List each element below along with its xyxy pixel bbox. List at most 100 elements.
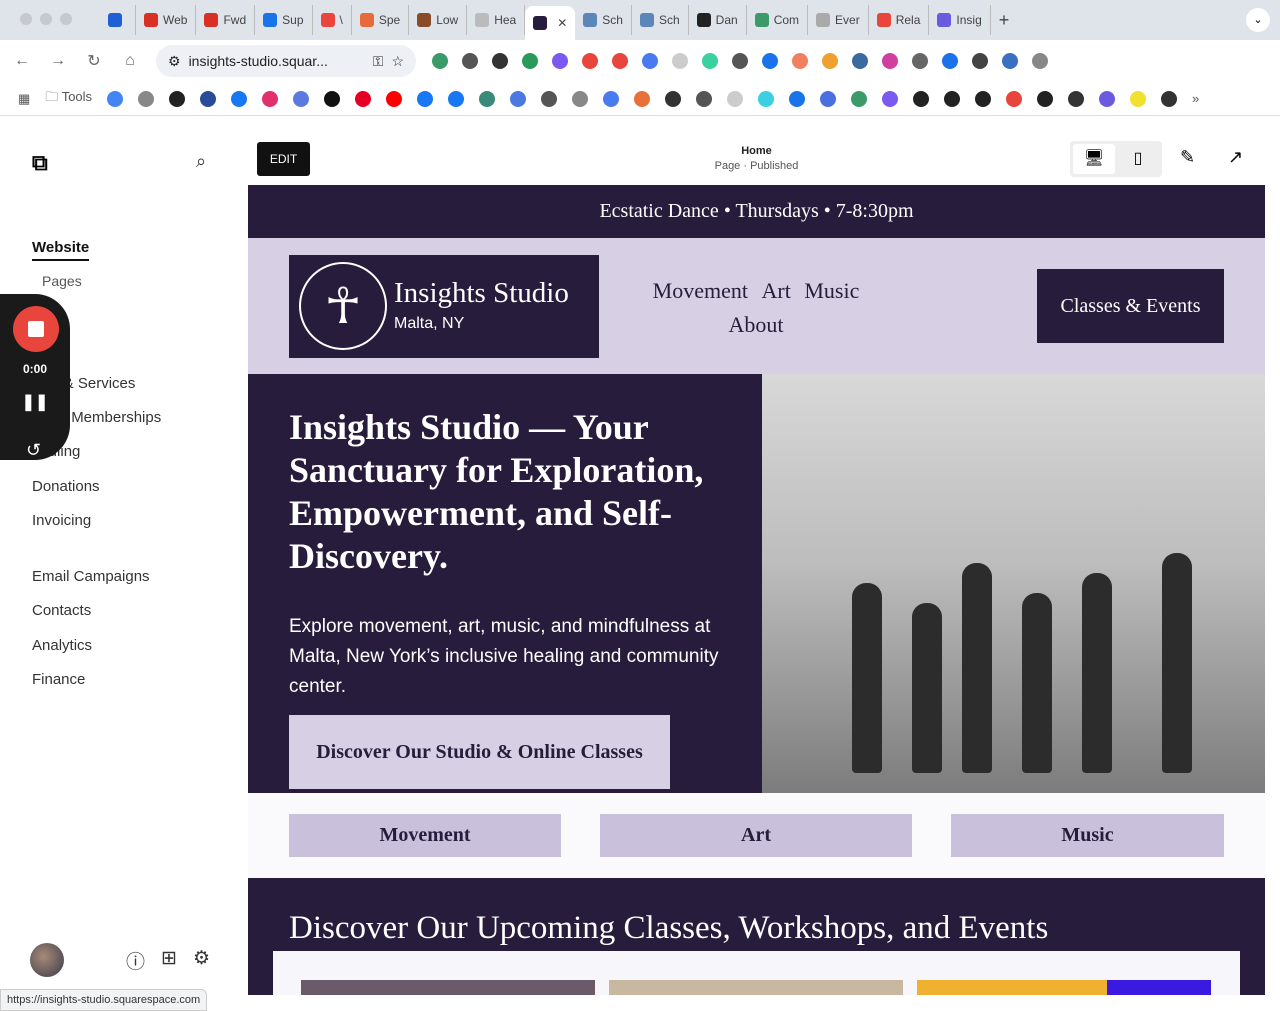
sidebar-item[interactable]: Website xyxy=(32,239,90,261)
extension-icon[interactable] xyxy=(552,53,568,69)
bookmark-icon[interactable] xyxy=(603,90,620,107)
bookmark-icon[interactable] xyxy=(200,90,217,107)
discover-classes-button[interactable]: Discover Our Studio & Online Classes xyxy=(289,715,670,789)
apps-grid-icon[interactable]: ⊞ xyxy=(161,947,177,974)
bookmark-icon[interactable] xyxy=(448,90,465,107)
browser-tab[interactable]: Sup xyxy=(255,5,313,35)
more-bookmarks-icon[interactable]: » xyxy=(1192,91,1199,106)
bookmark-icon[interactable] xyxy=(696,90,713,107)
event-card[interactable] xyxy=(301,980,595,995)
bookmark-icon[interactable] xyxy=(107,90,124,107)
nav-movement[interactable]: Movement xyxy=(653,278,748,303)
movement-button[interactable]: Movement xyxy=(289,814,561,857)
sidebar-item[interactable]: Contacts xyxy=(32,602,91,619)
nav-music[interactable]: Music xyxy=(804,278,859,303)
bookmark-icon[interactable] xyxy=(913,90,930,107)
avatar[interactable] xyxy=(30,943,64,977)
browser-tab[interactable]: Web xyxy=(136,5,197,35)
browser-tab[interactable]: Ever xyxy=(808,5,869,35)
site-info-icon[interactable]: ⚙ xyxy=(168,53,181,70)
bookmark-icon[interactable] xyxy=(324,90,341,107)
desktop-view-icon[interactable]: 🖥 xyxy=(1073,144,1115,174)
bookmark-icon[interactable] xyxy=(820,90,837,107)
browser-tab[interactable]: Spe xyxy=(352,5,410,35)
extension-icon[interactable] xyxy=(1032,53,1048,69)
bookmark-icon[interactable] xyxy=(510,90,527,107)
browser-tab[interactable]: Sch xyxy=(575,5,632,35)
tab-search-button[interactable]: ⌄ xyxy=(1246,8,1270,32)
new-tab-button[interactable]: + xyxy=(991,10,1018,31)
nav-about[interactable]: About xyxy=(729,312,784,337)
extension-icon[interactable] xyxy=(882,53,898,69)
extension-icon[interactable] xyxy=(792,53,808,69)
extension-icon[interactable] xyxy=(672,53,688,69)
bookmark-icon[interactable] xyxy=(1037,90,1054,107)
bookmark-icon[interactable] xyxy=(169,90,186,107)
bookmark-icon[interactable] xyxy=(944,90,961,107)
extension-icon[interactable] xyxy=(912,53,928,69)
bookmark-icon[interactable] xyxy=(572,90,589,107)
extension-icon[interactable] xyxy=(522,53,538,69)
sidebar-item[interactable]: Donations xyxy=(32,478,100,495)
bookmark-icon[interactable] xyxy=(386,90,403,107)
bookmark-icon[interactable] xyxy=(541,90,558,107)
address-bar[interactable]: ⚙ insights-studio.squar... ⚿ ☆ xyxy=(156,45,416,77)
pause-icon[interactable]: ❚❚ xyxy=(0,392,70,412)
classes-events-button[interactable]: Classes & Events xyxy=(1037,269,1224,343)
browser-tab[interactable]: \ xyxy=(313,5,352,35)
restart-icon[interactable]: ↺ xyxy=(26,440,41,461)
open-external-icon[interactable]: ↗ xyxy=(1228,147,1243,168)
apps-icon[interactable]: ▦ xyxy=(18,91,30,107)
forward-icon[interactable]: → xyxy=(48,52,68,70)
bookmark-icon[interactable] xyxy=(727,90,744,107)
window-controls[interactable] xyxy=(20,13,72,25)
bookmark-icon[interactable] xyxy=(758,90,775,107)
site-styles-icon[interactable]: ✎ xyxy=(1180,147,1195,168)
bookmark-icon[interactable] xyxy=(355,90,372,107)
search-icon[interactable]: ⌕ xyxy=(196,151,206,172)
stop-recording-button[interactable] xyxy=(13,306,59,352)
bookmark-icon[interactable] xyxy=(634,90,651,107)
sidebar-item[interactable]: Email Campaigns xyxy=(32,568,150,585)
bookmark-icon[interactable] xyxy=(789,90,806,107)
bookmark-icon[interactable] xyxy=(1161,90,1178,107)
browser-tab[interactable]: Com xyxy=(747,5,809,35)
home-icon[interactable]: ⌂ xyxy=(120,52,140,70)
extension-icon[interactable] xyxy=(942,53,958,69)
sidebar-item[interactable]: Pages xyxy=(42,273,82,289)
extension-icon[interactable] xyxy=(762,53,778,69)
password-key-icon[interactable]: ⚿ xyxy=(373,53,384,70)
browser-tab[interactable]: Low xyxy=(409,5,468,35)
bookmark-icon[interactable] xyxy=(1130,90,1147,107)
browser-tab[interactable] xyxy=(100,5,136,35)
announcement-bar[interactable]: Ecstatic Dance • Thursdays • 7-8:30pm xyxy=(248,185,1265,238)
close-tab-icon[interactable]: ✕ xyxy=(557,16,567,30)
extension-icon[interactable] xyxy=(822,53,838,69)
browser-tab[interactable]: Dan xyxy=(689,5,747,35)
gear-icon[interactable]: ⚙ xyxy=(193,947,210,974)
nav-art[interactable]: Art xyxy=(762,278,791,303)
browser-tab[interactable]: ✕ xyxy=(525,6,576,40)
back-icon[interactable]: ← xyxy=(12,52,32,70)
url-text[interactable]: insights-studio.squar... xyxy=(189,53,365,69)
mobile-view-icon[interactable]: ▯ xyxy=(1117,144,1159,174)
sidebar-item[interactable]: Analytics xyxy=(32,637,92,654)
reload-icon[interactable]: ↻ xyxy=(84,51,104,71)
extension-icon[interactable] xyxy=(462,53,478,69)
bookmark-icon[interactable] xyxy=(851,90,868,107)
art-button[interactable]: Art xyxy=(600,814,912,857)
bookmark-icon[interactable] xyxy=(665,90,682,107)
extension-icon[interactable] xyxy=(1002,53,1018,69)
sidebar-item[interactable]: Finance xyxy=(32,671,85,688)
extension-icon[interactable] xyxy=(612,53,628,69)
browser-tab[interactable]: Fwd xyxy=(196,5,256,35)
music-button[interactable]: Music xyxy=(951,814,1224,857)
help-icon[interactable]: ⓘ xyxy=(126,947,145,974)
bookmark-icon[interactable] xyxy=(231,90,248,107)
bookmark-icon[interactable] xyxy=(1068,90,1085,107)
extension-icon[interactable] xyxy=(582,53,598,69)
bookmark-icon[interactable] xyxy=(138,90,155,107)
extension-icon[interactable] xyxy=(432,53,448,69)
event-card[interactable] xyxy=(609,980,903,995)
extension-icon[interactable] xyxy=(702,53,718,69)
